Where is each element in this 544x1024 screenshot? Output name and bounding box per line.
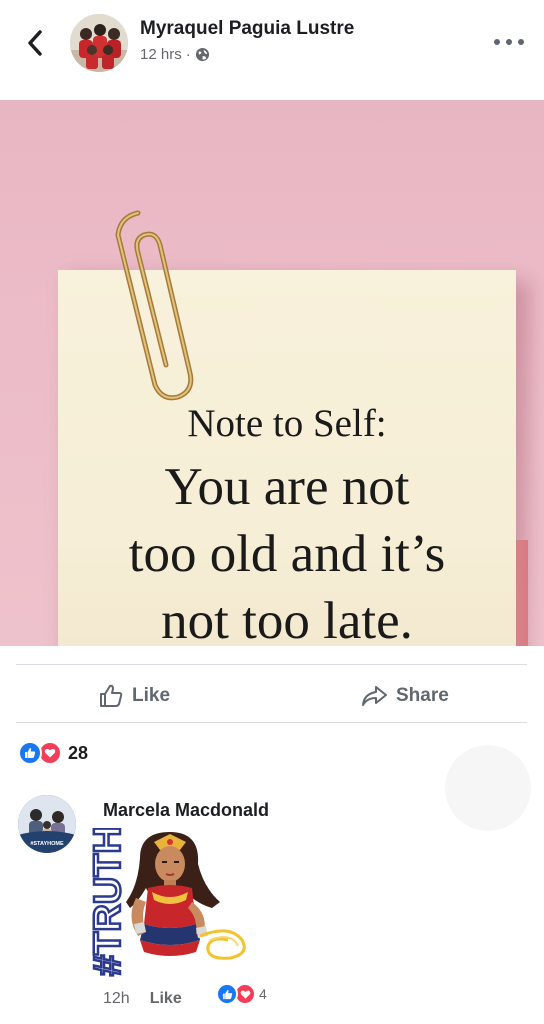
share-button[interactable]: Share: [360, 678, 449, 714]
more-dots-icon: [494, 39, 500, 45]
more-options-button[interactable]: [494, 32, 524, 52]
comment-like-button[interactable]: Like: [150, 990, 182, 1008]
note-line: You are not: [164, 458, 410, 516]
comment-sticker[interactable]: #TRUTH: [80, 825, 260, 978]
commenter-avatar[interactable]: #STAYHOME: [18, 795, 76, 853]
share-label: Share: [396, 685, 449, 706]
post-meta: 12 hrs ·: [140, 46, 210, 63]
sticker-text: #TRUTH: [87, 828, 129, 976]
post-header: Myraquel Paguia Lustre 12 hrs ·: [0, 0, 544, 100]
comment-meta: 12h Like: [103, 990, 182, 1008]
like-reaction-icon: [216, 983, 238, 1005]
note-line: too old and it’s: [128, 525, 446, 583]
reaction-count: 28: [68, 742, 89, 763]
post-photo[interactable]: Note to Self: You are not too old and it…: [0, 100, 544, 646]
divider: [16, 722, 527, 723]
poster-avatar[interactable]: [70, 14, 128, 72]
note-line: not too late.: [161, 592, 413, 646]
divider: [16, 664, 527, 665]
chevron-left-icon: [28, 30, 42, 56]
avatar-tag: #STAYHOME: [30, 841, 64, 847]
like-button[interactable]: Like: [98, 678, 170, 714]
commenter-name[interactable]: Marcela Macdonald: [103, 800, 269, 821]
note-text: Note to Self: You are not too old and it…: [58, 400, 516, 646]
thumbs-up-icon: [100, 684, 123, 707]
comment-reaction-count: 4: [259, 986, 267, 1002]
share-arrow-icon: [362, 686, 387, 706]
globe-icon: [195, 47, 209, 62]
paperclip-icon: [115, 210, 194, 401]
meta-separator: ·: [185, 46, 191, 63]
note-heading: Note to Self:: [187, 402, 387, 445]
post-time[interactable]: 12 hrs: [140, 46, 182, 63]
like-label: Like: [132, 685, 171, 706]
floating-overlay: [445, 745, 531, 831]
comment-time[interactable]: 12h: [103, 990, 130, 1008]
poster-name[interactable]: Myraquel Paguia Lustre: [140, 18, 354, 40]
back-button[interactable]: [20, 28, 50, 58]
reaction-summary[interactable]: 28: [18, 740, 88, 766]
like-reaction-icon: [18, 741, 42, 765]
comment-reactions[interactable]: 4: [216, 983, 267, 1005]
